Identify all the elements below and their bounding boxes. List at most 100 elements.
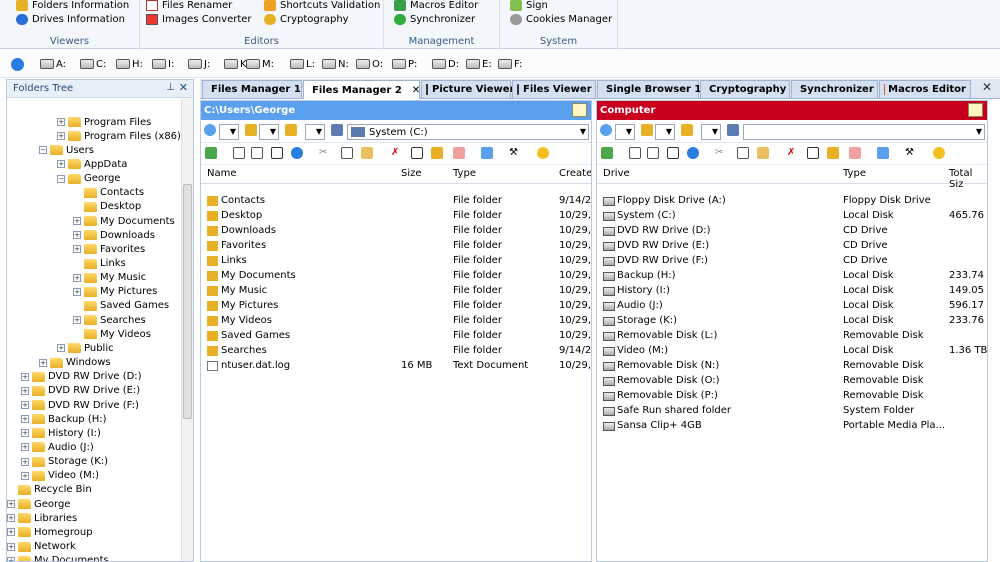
globe-icon[interactable] <box>204 124 216 136</box>
table-row[interactable]: Downloads File folder 10/29, <box>201 224 591 239</box>
tree-node[interactable]: − Users <box>39 143 94 157</box>
folder-icon[interactable] <box>681 124 693 136</box>
expand-toggle-icon[interactable]: + <box>21 372 29 381</box>
tab-files-manager-2[interactable]: Files Manager 2 ✕ <box>303 80 420 99</box>
history-dropdown[interactable]: ▼ <box>219 124 239 140</box>
details-view-icon[interactable] <box>647 147 659 159</box>
tab-cryptography[interactable]: Cryptography <box>700 80 790 98</box>
favorites-icon[interactable] <box>641 124 653 136</box>
column-size[interactable]: Size <box>401 168 422 179</box>
table-row[interactable]: Contacts File folder 9/14/2 <box>201 194 591 209</box>
expand-toggle-icon[interactable]: + <box>7 500 15 509</box>
folder-dropdown[interactable]: ▼ <box>305 124 325 140</box>
expand-toggle-icon[interactable]: + <box>21 401 29 409</box>
table-row[interactable]: Video (M:) Local Disk 1.36 TB <box>597 344 987 359</box>
tree-node[interactable]: + AppData <box>57 157 127 171</box>
tab-files-viewer[interactable]: Files Viewer <box>512 80 596 98</box>
folder-dropdown[interactable]: ▼ <box>701 124 721 140</box>
expand-toggle-icon[interactable]: + <box>7 514 15 523</box>
paste-icon[interactable] <box>757 147 769 159</box>
recycle-icon[interactable] <box>411 147 423 159</box>
refresh-icon[interactable] <box>291 147 303 159</box>
tree-node[interactable]: +Links <box>73 257 126 271</box>
tree-node[interactable]: + DVD RW Drive (F:) <box>21 398 139 412</box>
table-row[interactable]: Favorites File folder 10/29, <box>201 239 591 254</box>
cut-icon[interactable]: ✂ <box>715 147 727 159</box>
tree-node[interactable]: + History (I:) <box>21 426 101 440</box>
pin-icon[interactable]: ⊥ <box>166 82 175 93</box>
expand-toggle-icon[interactable]: + <box>57 160 65 169</box>
tree-node[interactable]: + Homegroup <box>7 525 93 539</box>
table-row[interactable]: System (C:) Local Disk 465.76 G <box>597 209 987 224</box>
tree-node[interactable]: + My Documents <box>7 554 109 561</box>
tree-node[interactable]: + Network <box>7 540 76 554</box>
drive-n-button[interactable]: N: <box>322 56 349 72</box>
new-folder-icon[interactable] <box>431 147 443 159</box>
close-tab-icon[interactable]: ✕ <box>412 85 420 96</box>
tree-node[interactable]: + Backup (H:) <box>21 412 107 426</box>
expand-toggle-icon[interactable]: + <box>73 245 81 254</box>
drive-l-button[interactable]: L: <box>290 56 315 72</box>
table-row[interactable]: Audio (J:) Local Disk 596.17 G <box>597 299 987 314</box>
expand-toggle-icon[interactable]: + <box>7 542 15 551</box>
column-drive[interactable]: Drive <box>603 168 630 179</box>
tree-node[interactable]: + Program Files (x86) <box>57 129 181 143</box>
drive-o-button[interactable]: O: <box>356 56 383 72</box>
close-icon[interactable]: ✕ <box>179 81 188 94</box>
smiley-icon[interactable] <box>933 147 945 159</box>
expand-toggle-icon[interactable]: + <box>73 316 81 325</box>
expand-toggle-icon[interactable]: + <box>73 217 81 226</box>
expand-toggle-icon[interactable]: + <box>39 358 47 367</box>
expand-toggle-icon[interactable]: + <box>21 429 29 438</box>
column-name[interactable]: Name <box>207 168 237 179</box>
tree-node[interactable]: + Storage (K:) <box>21 455 108 469</box>
expand-toggle-icon[interactable]: + <box>73 231 81 240</box>
close-all-tabs-icon[interactable]: ✕ <box>982 80 992 94</box>
delete-icon[interactable]: ✗ <box>787 147 799 159</box>
tools-icon[interactable]: ⚒ <box>905 147 917 159</box>
drive-m-button[interactable]: M: <box>246 56 274 72</box>
copy-icon[interactable] <box>341 147 353 159</box>
up-icon[interactable] <box>205 147 217 159</box>
up-icon[interactable] <box>601 147 613 159</box>
tab-single-browser-1[interactable]: Single Browser 1 <box>597 80 701 98</box>
globe-icon[interactable] <box>600 124 612 136</box>
tree-node[interactable]: + Video (M:) <box>21 469 99 483</box>
new-folder-icon[interactable] <box>827 147 839 159</box>
tree-node[interactable]: + Windows <box>39 356 111 370</box>
expand-toggle-icon[interactable]: + <box>57 118 65 126</box>
list-view-icon[interactable] <box>629 147 641 159</box>
tree-node[interactable]: + Audio (J:) <box>21 440 94 454</box>
drive-f-button[interactable]: F: <box>498 56 522 72</box>
tab-synchronizer[interactable]: Synchronizer <box>791 80 878 98</box>
table-row[interactable]: DVD RW Drive (D:) CD Drive <box>597 224 987 239</box>
expand-toggle-icon[interactable]: + <box>21 386 29 395</box>
table-row[interactable]: Links File folder 10/29, <box>201 254 591 269</box>
smiley-icon[interactable] <box>537 147 549 159</box>
cryptography-ribbon-button[interactable]: Cryptography <box>264 11 349 27</box>
column-total-size[interactable]: Total Siz <box>949 168 987 190</box>
expand-toggle-icon[interactable]: + <box>21 443 29 452</box>
tree-node[interactable]: + Favorites <box>73 242 145 256</box>
history-dropdown[interactable]: ▼ <box>615 124 635 140</box>
left-drive-combo[interactable]: System (C:) ▼ <box>347 124 589 140</box>
tab-macros-editor[interactable]: Macros Editor <box>879 80 971 98</box>
table-row[interactable]: Floppy Disk Drive (A:) Floppy Disk Drive <box>597 194 987 209</box>
tree-node[interactable]: + My Documents <box>73 214 175 228</box>
tree-node[interactable]: +Recycle Bin <box>7 483 92 497</box>
table-row[interactable]: Removable Disk (O:) Removable Disk <box>597 374 987 389</box>
table-row[interactable]: History (I:) Local Disk 149.05 G <box>597 284 987 299</box>
expand-toggle-icon[interactable]: − <box>39 146 47 155</box>
synchronizer-ribbon-button[interactable]: Synchronizer <box>394 11 475 27</box>
column-type[interactable]: Type <box>843 168 866 179</box>
table-row[interactable]: Safe Run shared folder System Folder <box>597 404 987 419</box>
favorites-dropdown[interactable]: ▼ <box>655 124 675 140</box>
filter-icon[interactable] <box>877 147 889 159</box>
images-converter-button[interactable]: Images Converter <box>146 11 252 27</box>
list-view-icon[interactable] <box>233 147 245 159</box>
tree-node[interactable]: + Downloads <box>73 228 155 242</box>
table-row[interactable]: Backup (H:) Local Disk 233.74 G <box>597 269 987 284</box>
up-folder-icon[interactable] <box>572 103 587 117</box>
expand-toggle-icon[interactable]: + <box>7 528 15 537</box>
tab-files-manager-1[interactable]: Files Manager 1 <box>202 80 302 98</box>
